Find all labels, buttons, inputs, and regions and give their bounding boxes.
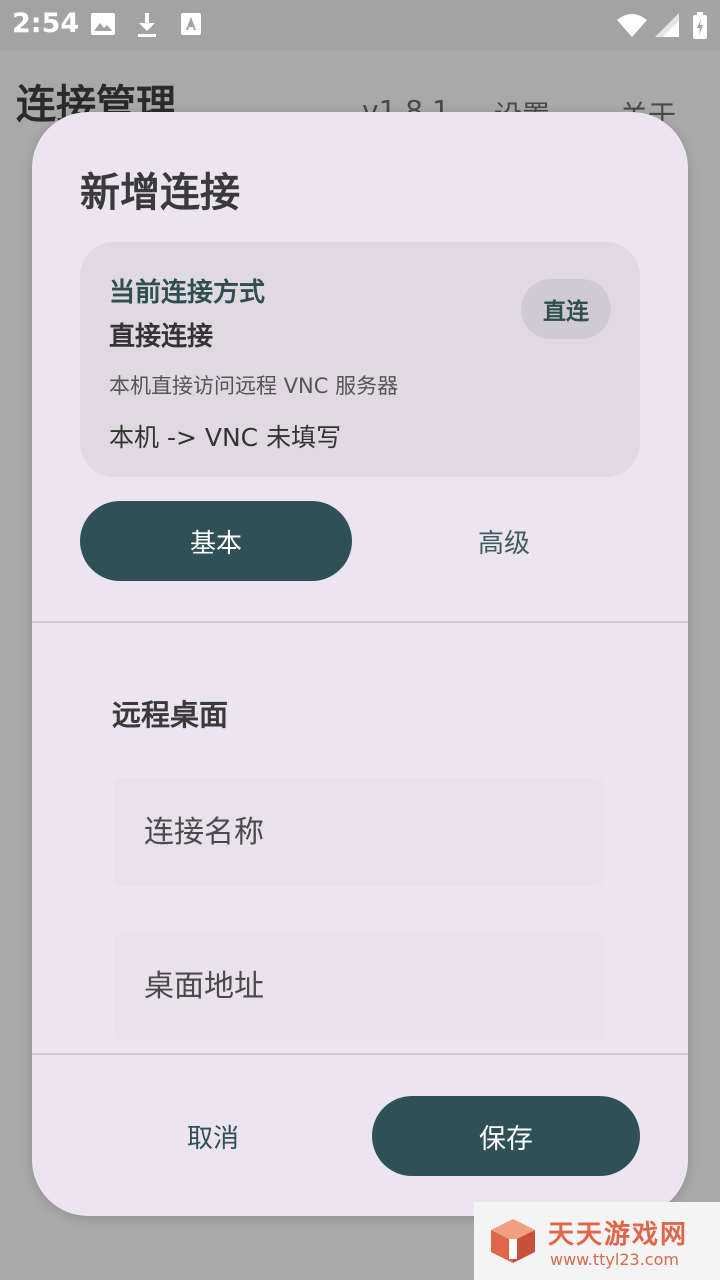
mode-route: 本机 -> VNC 未填写: [109, 423, 342, 452]
download-icon: [138, 13, 156, 37]
desktop-address-input[interactable]: [114, 932, 604, 1040]
watermark: 天天游戏网 www.ttyl23.com: [474, 1202, 720, 1280]
connection-name-input[interactable]: [114, 778, 604, 886]
battery-icon: [693, 12, 707, 39]
watermark-name: 天天游戏网: [548, 1220, 689, 1250]
new-connection-dialog: 新增连接 当前连接方式 直接连接 本机直接访问远程 VNC 服务器 本机 -> …: [32, 112, 688, 1216]
watermark-logo-icon: [491, 1219, 535, 1263]
signal-icon: [655, 13, 679, 37]
watermark-url: www.ttyl23.com: [550, 1250, 679, 1269]
section-title-remote-desktop: 远程桌面: [112, 698, 229, 732]
cancel-button[interactable]: 取消: [80, 1096, 346, 1176]
status-time: 2:54: [12, 8, 80, 39]
font-icon: [181, 13, 201, 35]
save-button[interactable]: 保存: [372, 1096, 640, 1176]
wifi-icon: [617, 14, 647, 37]
direct-connect-chip[interactable]: 直连: [521, 279, 611, 339]
image-icon: [91, 13, 115, 35]
tab-basic[interactable]: 基本: [80, 501, 352, 581]
mode-heading: 当前连接方式: [109, 278, 266, 308]
mode-name: 直接连接: [109, 322, 214, 352]
connection-mode-card: 当前连接方式 直接连接 本机直接访问远程 VNC 服务器 本机 -> VNC 未…: [80, 242, 640, 477]
status-bar: 2:54: [0, 0, 720, 50]
tab-advanced[interactable]: 高级: [368, 501, 640, 581]
dialog-title: 新增连接: [80, 170, 240, 216]
divider-top: [32, 621, 688, 623]
divider-bottom: [32, 1053, 688, 1055]
mode-description: 本机直接访问远程 VNC 服务器: [109, 374, 399, 398]
